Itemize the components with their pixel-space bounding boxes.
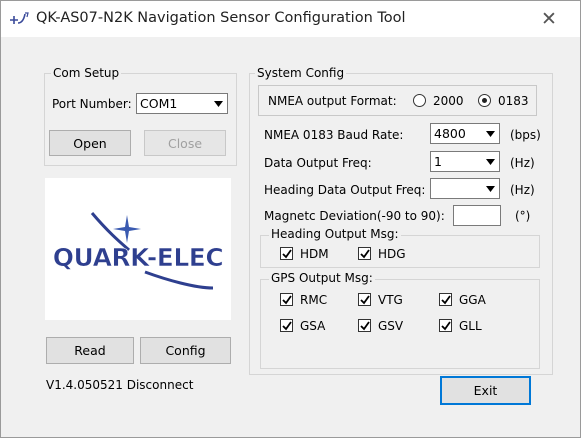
status-text: V1.4.050521 Disconnect bbox=[46, 378, 194, 392]
format-2000-radio[interactable] bbox=[413, 94, 426, 107]
port-number-value: COM1 bbox=[140, 96, 178, 111]
config-button[interactable]: Config bbox=[140, 337, 231, 364]
logo-wordmark: QUARK-ELEC bbox=[53, 243, 223, 272]
gsa-checkbox[interactable] bbox=[280, 319, 293, 332]
vtg-label: VTG bbox=[378, 293, 403, 307]
chevron-down-icon[interactable] bbox=[482, 179, 499, 198]
port-number-label: Port Number: bbox=[52, 97, 132, 111]
gsa-label: GSA bbox=[300, 319, 326, 333]
app-icon bbox=[10, 12, 29, 24]
hdg-checkbox[interactable] bbox=[358, 247, 371, 260]
baud-rate-unit: (bps) bbox=[510, 128, 541, 142]
hdg-label: HDG bbox=[378, 247, 406, 261]
nmea-format-label: NMEA output Format: bbox=[268, 94, 397, 108]
quark-elec-logo: QUARK-ELEC bbox=[45, 178, 231, 320]
format-0183-radio[interactable] bbox=[478, 94, 491, 107]
vtg-checkbox[interactable] bbox=[358, 293, 371, 306]
port-number-select[interactable]: COM1 bbox=[136, 93, 228, 114]
quark-elec-logo-graphic: QUARK-ELEC bbox=[53, 212, 224, 290]
baud-rate-select[interactable]: 4800 bbox=[430, 123, 500, 144]
hdm-label: HDM bbox=[300, 247, 329, 261]
chevron-down-icon[interactable] bbox=[482, 152, 499, 171]
data-freq-select[interactable]: 1 bbox=[430, 151, 500, 172]
mag-deviation-input[interactable] bbox=[453, 205, 501, 226]
mag-deviation-unit: (°) bbox=[515, 209, 531, 223]
gps-msg-title: GPS Output Msg: bbox=[269, 271, 375, 285]
close-window-button[interactable]: ✕ bbox=[533, 4, 565, 34]
baud-rate-label: NMEA 0183 Baud Rate: bbox=[264, 128, 404, 142]
rmc-label: RMC bbox=[300, 293, 328, 307]
gll-label: GLL bbox=[459, 319, 482, 333]
close-port-button[interactable]: Close bbox=[144, 130, 226, 156]
mag-deviation-label: Magnetc Deviation(-90 to 90): bbox=[264, 209, 445, 223]
read-button[interactable]: Read bbox=[46, 337, 134, 364]
heading-freq-label: Heading Data Output Freq: bbox=[264, 183, 426, 197]
baud-rate-value: 4800 bbox=[434, 126, 466, 141]
rmc-checkbox[interactable] bbox=[280, 293, 293, 306]
gga-label: GGA bbox=[459, 293, 486, 307]
heading-msg-title: Heading Output Msg: bbox=[269, 227, 401, 241]
gsv-checkbox[interactable] bbox=[358, 319, 371, 332]
data-freq-value: 1 bbox=[434, 154, 442, 169]
hdm-checkbox[interactable] bbox=[280, 247, 293, 260]
open-button[interactable]: Open bbox=[49, 130, 131, 156]
window-title: QK-AS07-N2K Navigation Sensor Configurat… bbox=[36, 10, 406, 26]
config-tool-window: QK-AS07-N2K Navigation Sensor Configurat… bbox=[0, 0, 581, 438]
heading-freq-select[interactable] bbox=[430, 178, 500, 199]
system-config-title: System Config bbox=[255, 66, 347, 80]
chevron-down-icon[interactable] bbox=[210, 94, 227, 113]
format-0183-label: 0183 bbox=[498, 94, 529, 108]
title-bar: QK-AS07-N2K Navigation Sensor Configurat… bbox=[1, 1, 580, 37]
gsv-label: GSV bbox=[378, 319, 404, 333]
heading-freq-unit: (Hz) bbox=[510, 183, 535, 197]
data-freq-unit: (Hz) bbox=[510, 156, 535, 170]
format-2000-label: 2000 bbox=[433, 94, 464, 108]
exit-button[interactable]: Exit bbox=[440, 376, 531, 405]
com-setup-title: Com Setup bbox=[51, 66, 122, 80]
gga-checkbox[interactable] bbox=[439, 293, 452, 306]
gll-checkbox[interactable] bbox=[439, 319, 452, 332]
chevron-down-icon[interactable] bbox=[482, 124, 499, 143]
data-freq-label: Data Output Freq: bbox=[264, 156, 372, 170]
